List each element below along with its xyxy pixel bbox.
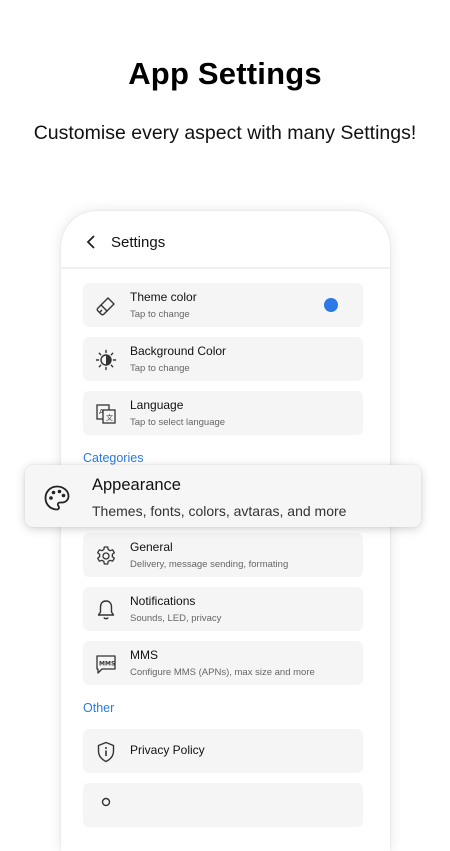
brightness-icon (95, 349, 117, 371)
category-title: MMS (130, 648, 158, 662)
translate-icon: A 文 (95, 403, 117, 425)
promo-subtitle: Customise every aspect with many Setting… (33, 122, 417, 144)
setting-title: Theme color (130, 290, 197, 304)
other-privacy-policy[interactable]: Privacy Policy (83, 729, 363, 773)
bell-icon (95, 599, 117, 621)
section-header-other: Other (83, 701, 115, 715)
setting-title: Background Color (130, 344, 227, 358)
list-item[interactable] (83, 783, 363, 827)
mms-icon: MMS (95, 653, 117, 675)
gear-icon (95, 545, 117, 567)
person-icon (95, 795, 117, 817)
setting-language[interactable]: A 文 Language Tap to select language (83, 391, 363, 435)
category-general[interactable]: General Delivery, message sending, forma… (83, 533, 363, 577)
page-title: Settings (111, 234, 166, 251)
category-subtitle: Delivery, message sending, formating (130, 559, 289, 570)
phone-frame: Settings Theme color Tap to change Backg… (61, 211, 390, 851)
svg-text:MMS: MMS (99, 661, 115, 668)
category-subtitle: Configure MMS (APNs), max size and more (130, 667, 315, 678)
setting-subtitle: Tap to select language (130, 417, 226, 428)
setting-background-color[interactable]: Background Color Tap to change (83, 337, 363, 381)
other-title: Privacy Policy (130, 743, 205, 757)
svg-text:文: 文 (106, 413, 113, 422)
category-notifications[interactable]: Notifications Sounds, LED, privacy (83, 587, 363, 631)
setting-subtitle: Tap to change (130, 363, 190, 374)
svg-text:A: A (99, 408, 104, 416)
app-bar: Settings (61, 211, 390, 269)
setting-title: Language (130, 398, 184, 412)
brush-icon (95, 295, 117, 317)
category-mms[interactable]: MMS MMS Configure MMS (APNs), max size a… (83, 641, 363, 685)
setting-theme-color[interactable]: Theme color Tap to change (83, 283, 363, 327)
category-subtitle: Sounds, LED, privacy (130, 613, 222, 624)
section-header-categories: Categories (83, 451, 144, 465)
arrow-back-icon[interactable] (83, 233, 101, 251)
category-title: General (130, 540, 173, 554)
category-title: Notifications (130, 594, 196, 608)
category-appearance[interactable]: Appearance Themes, fonts, colors, avtara… (25, 465, 421, 527)
theme-color-swatch (324, 298, 338, 312)
category-subtitle: Themes, fonts, colors, avtaras, and more (92, 503, 347, 519)
setting-subtitle: Tap to change (130, 309, 190, 320)
category-title: Appearance (92, 476, 181, 494)
palette-icon (42, 483, 72, 513)
promo-headline: App Settings (128, 56, 322, 91)
shield-info-icon (95, 741, 117, 763)
